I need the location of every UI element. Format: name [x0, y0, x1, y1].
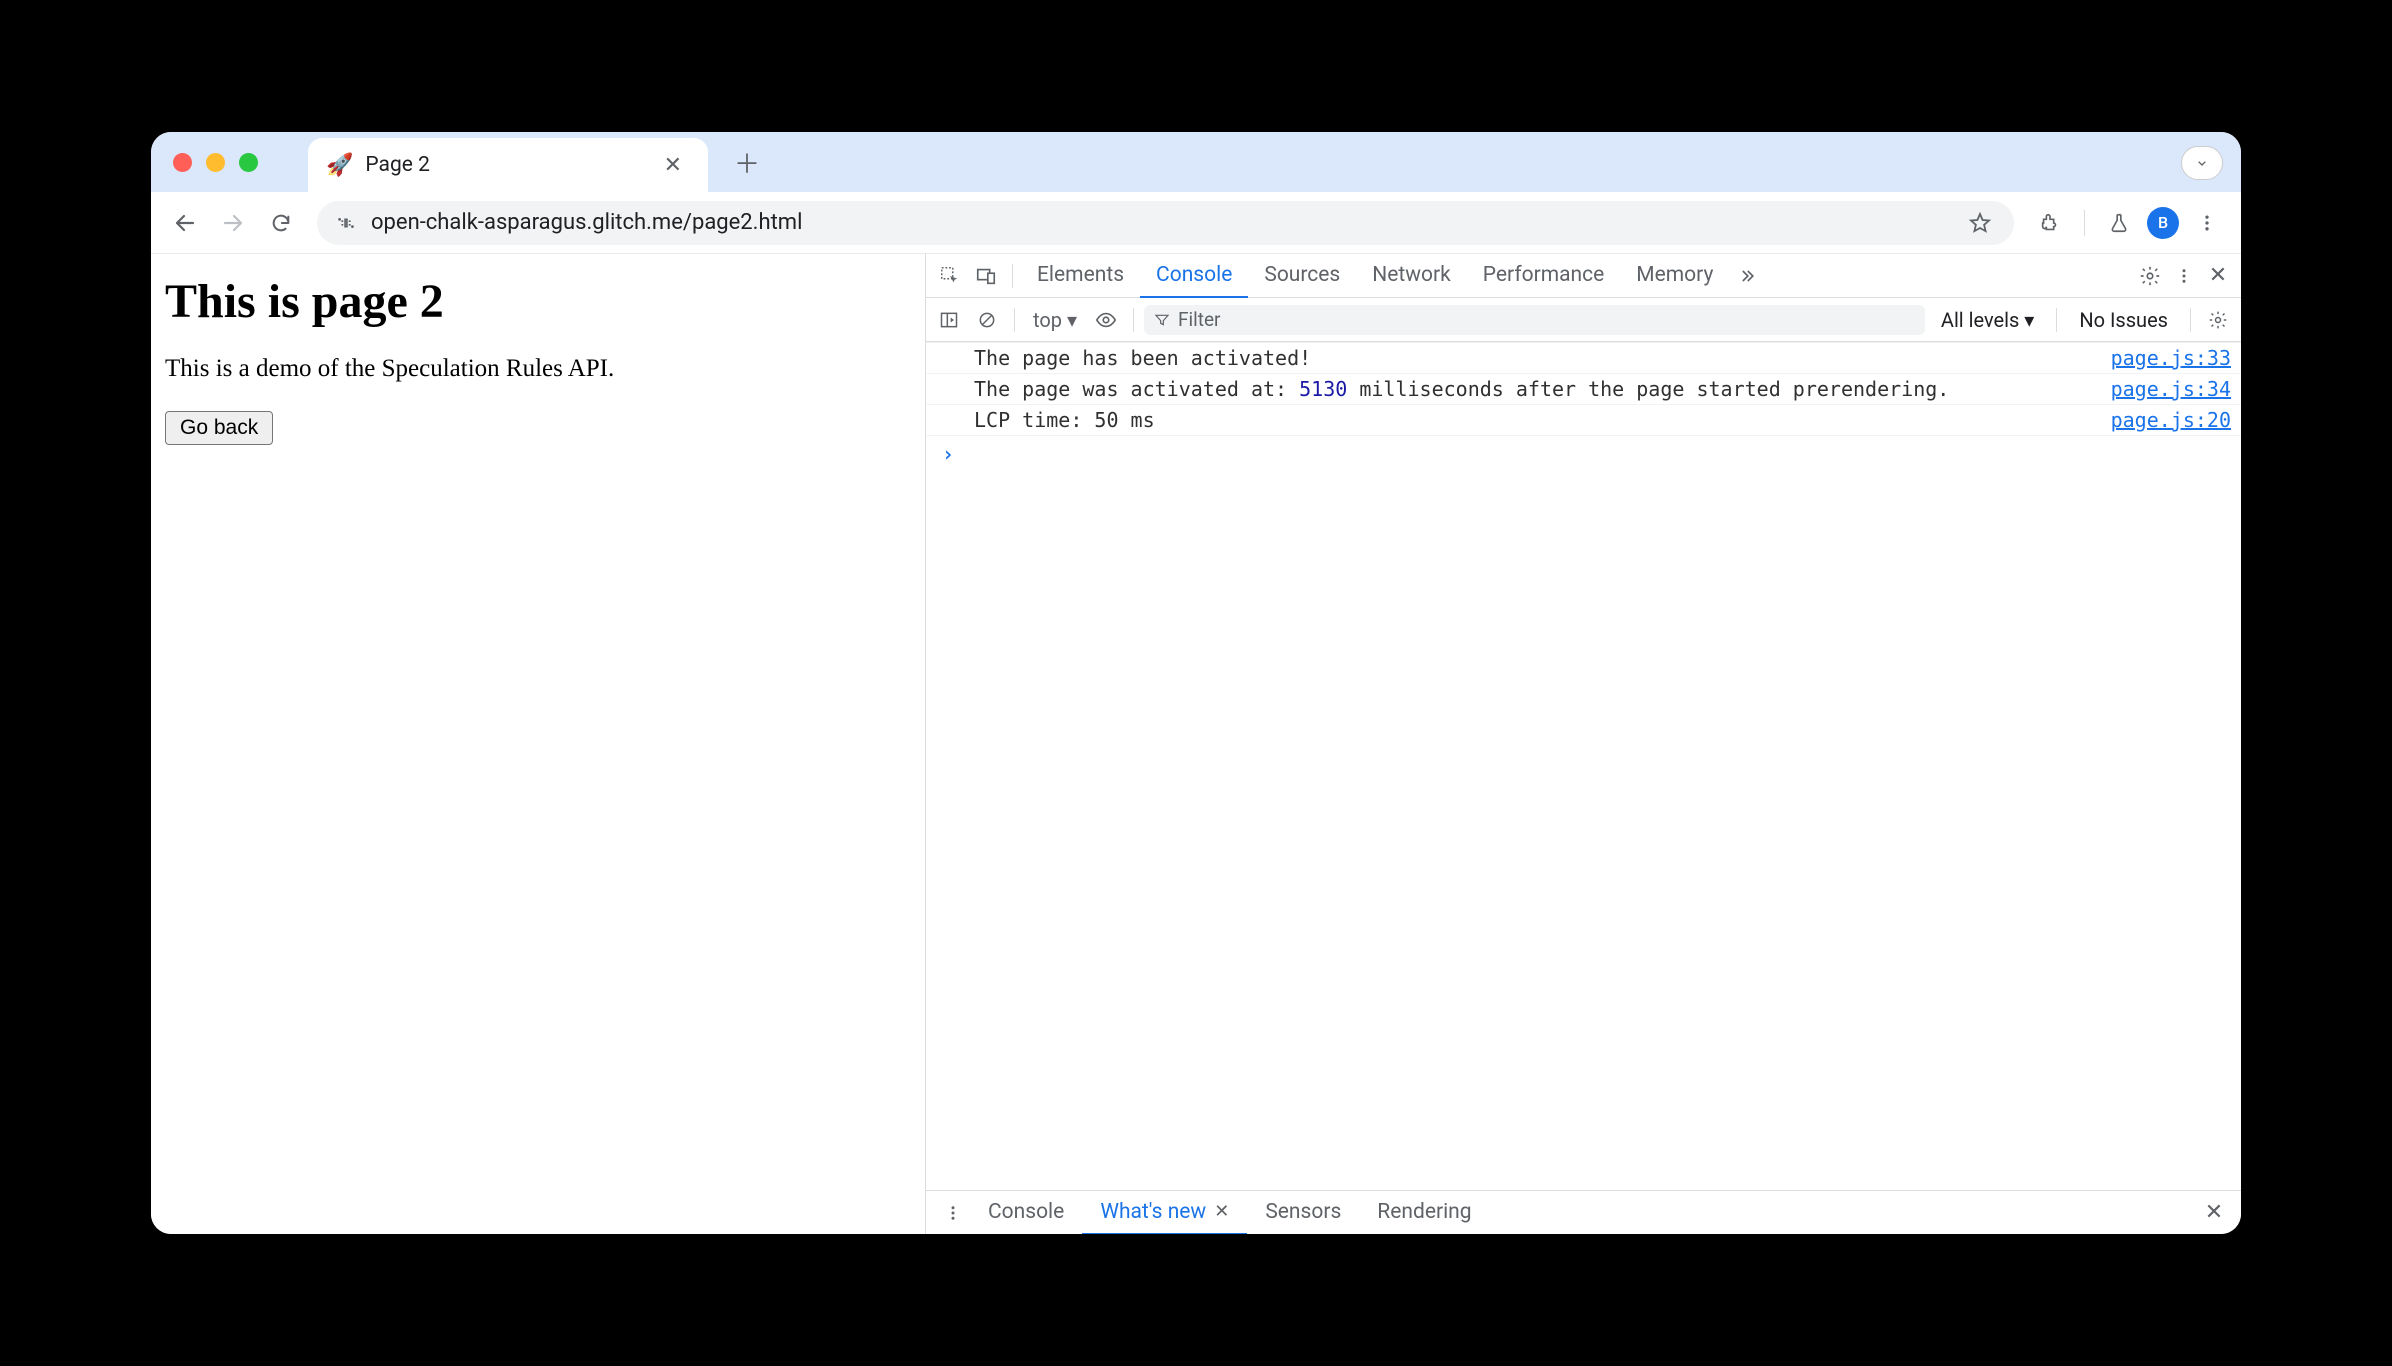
avatar-letter: B: [2158, 213, 2168, 232]
drawer-menu-button[interactable]: [936, 1204, 970, 1222]
window-minimize-button[interactable]: [206, 153, 225, 172]
toggle-sidebar-button[interactable]: [932, 310, 966, 330]
browser-tab[interactable]: 🚀 Page 2 ✕: [308, 138, 708, 192]
new-tab-button[interactable]: ＋: [722, 138, 772, 187]
browser-window: 🚀 Page 2 ✕ ＋ open-chalk-asparagus.glitch…: [151, 132, 2241, 1234]
more-tabs-button[interactable]: [1729, 266, 1765, 286]
arrow-left-icon: [173, 211, 197, 235]
devtools-drawer: Console What's new ✕ Sensors Rendering ✕: [926, 1190, 2241, 1234]
tab-close-button[interactable]: ✕: [656, 149, 690, 182]
device-toolbar-button[interactable]: [968, 265, 1004, 287]
tab-sources[interactable]: Sources: [1248, 254, 1356, 298]
browser-menu-button[interactable]: [2187, 203, 2227, 243]
drawer-tab-sensors[interactable]: Sensors: [1247, 1191, 1359, 1235]
tab-memory[interactable]: Memory: [1620, 254, 1729, 298]
drawer-tab-console[interactable]: Console: [970, 1191, 1082, 1235]
devtools-menu-button[interactable]: [2167, 267, 2201, 285]
address-bar[interactable]: open-chalk-asparagus.glitch.me/page2.htm…: [317, 201, 2014, 245]
page-heading: This is page 2: [165, 274, 911, 329]
url-text: open-chalk-asparagus.glitch.me/page2.htm…: [371, 210, 1950, 235]
eye-icon: [1095, 309, 1117, 331]
dots-vertical-icon: [2197, 213, 2217, 233]
tab-console[interactable]: Console: [1140, 254, 1248, 298]
log-source-link[interactable]: page.js:20: [2091, 408, 2231, 432]
tabs-dropdown-button[interactable]: [2181, 146, 2223, 180]
flask-icon: [2108, 212, 2130, 234]
go-back-button[interactable]: Go back: [165, 411, 273, 445]
window-close-button[interactable]: [173, 153, 192, 172]
tab-elements[interactable]: Elements: [1021, 254, 1140, 298]
inspect-element-button[interactable]: [932, 265, 968, 287]
page-body-text: This is a demo of the Speculation Rules …: [165, 355, 911, 383]
console-prompt[interactable]: ›: [926, 436, 2241, 472]
reload-button[interactable]: [261, 203, 301, 243]
gear-icon: [2208, 310, 2228, 330]
clear-console-button[interactable]: [970, 310, 1004, 330]
rendered-page: This is page 2 This is a demo of the Spe…: [151, 254, 926, 1234]
forward-button[interactable]: [213, 203, 253, 243]
tab-title: Page 2: [365, 153, 643, 177]
puzzle-icon: [2039, 212, 2061, 234]
gear-icon: [2139, 265, 2161, 287]
filter-placeholder: Filter: [1178, 308, 1220, 331]
labs-button[interactable]: [2099, 203, 2139, 243]
window-controls: [173, 153, 258, 172]
dots-vertical-icon: [944, 1204, 962, 1222]
tab-performance[interactable]: Performance: [1467, 254, 1620, 298]
devtools-settings-button[interactable]: [2133, 265, 2167, 287]
issues-indicator[interactable]: No Issues: [2067, 308, 2180, 332]
chevron-down-icon: [2194, 155, 2210, 171]
window-fullscreen-button[interactable]: [239, 153, 258, 172]
log-source-link[interactable]: page.js:33: [2091, 346, 2231, 370]
log-entry: The page was activated at: 5130 millisec…: [926, 374, 2241, 405]
arrow-right-icon: [221, 211, 245, 235]
star-icon: [1968, 211, 1992, 235]
ban-icon: [977, 310, 997, 330]
devtools-panel: Elements Console Sources Network Perform…: [926, 254, 2241, 1234]
log-levels-selector[interactable]: All levels ▾: [1929, 308, 2046, 332]
console-toolbar: top ▾ Filter All levels ▾ No Issues: [926, 298, 2241, 342]
log-source-link[interactable]: page.js:34: [2091, 377, 2231, 401]
tab-favicon-icon: 🚀: [326, 153, 353, 178]
live-expression-button[interactable]: [1089, 309, 1123, 331]
log-entry: LCP time: 50 ms page.js:20: [926, 405, 2241, 436]
console-settings-button[interactable]: [2201, 310, 2235, 330]
devtools-tabbar: Elements Console Sources Network Perform…: [926, 254, 2241, 298]
log-entry: The page has been activated! page.js:33: [926, 342, 2241, 374]
reload-icon: [270, 212, 292, 234]
content-area: This is page 2 This is a demo of the Spe…: [151, 254, 2241, 1234]
toolbar-divider: [2084, 210, 2085, 236]
console-filter-input[interactable]: Filter: [1144, 305, 1925, 335]
bookmark-button[interactable]: [1964, 211, 1996, 235]
tab-strip: 🚀 Page 2 ✕ ＋: [151, 132, 2241, 192]
devices-icon: [975, 265, 997, 287]
dots-vertical-icon: [2175, 267, 2193, 285]
console-log-area[interactable]: The page has been activated! page.js:33 …: [926, 342, 2241, 1190]
sidebar-icon: [939, 310, 959, 330]
drawer-tab-rendering[interactable]: Rendering: [1359, 1191, 1489, 1235]
funnel-icon: [1154, 312, 1170, 328]
site-info-icon[interactable]: [335, 212, 357, 234]
inspect-icon: [939, 265, 961, 287]
drawer-close-button[interactable]: ✕: [2197, 1200, 2231, 1225]
browser-toolbar: open-chalk-asparagus.glitch.me/page2.htm…: [151, 192, 2241, 254]
extensions-button[interactable]: [2030, 203, 2070, 243]
chevrons-right-icon: [1737, 266, 1757, 286]
drawer-tab-whats-new[interactable]: What's new ✕: [1082, 1191, 1247, 1235]
devtools-close-button[interactable]: ✕: [2201, 263, 2235, 288]
tab-network[interactable]: Network: [1356, 254, 1467, 298]
context-selector[interactable]: top ▾: [1025, 308, 1085, 332]
back-button[interactable]: [165, 203, 205, 243]
profile-button[interactable]: B: [2147, 207, 2179, 239]
drawer-tab-close-button[interactable]: ✕: [1214, 1201, 1229, 1222]
